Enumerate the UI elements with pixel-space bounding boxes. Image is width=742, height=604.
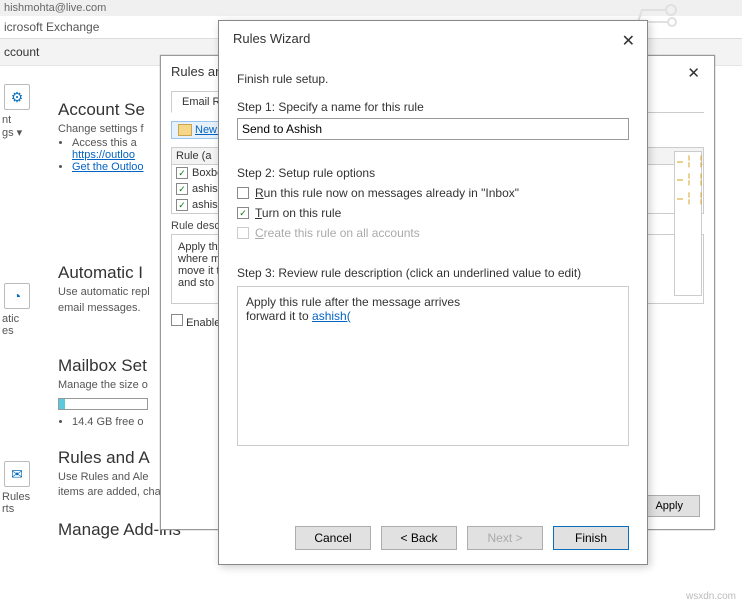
icon-label: es <box>2 325 40 337</box>
automatic-replies-icon[interactable]: ◔ <box>4 283 30 309</box>
finish-button[interactable]: Finish <box>553 526 629 550</box>
option-create-all-accounts: Create this rule on all accounts <box>237 226 629 240</box>
icon-label: atic <box>2 313 40 325</box>
step2-label: Step 2: Setup rule options <box>237 166 629 180</box>
checkbox-icon <box>237 227 249 239</box>
checkbox-icon[interactable]: ✓ <box>176 199 188 211</box>
enable-checkbox[interactable] <box>171 314 183 326</box>
finish-rule-label: Finish rule setup. <box>237 72 629 86</box>
get-outlook-link[interactable]: Get the Outloo <box>72 161 144 173</box>
rule-actions-preview: ⎯╎╎⎯╎╎⎯╎╎ <box>674 151 702 296</box>
rule-name-input[interactable] <box>237 118 629 140</box>
rules-icon[interactable]: ✉ <box>4 461 30 487</box>
outlook-link[interactable]: https://outloo <box>72 149 135 161</box>
forward-to-link[interactable]: ashish( <box>312 309 351 323</box>
option-turn-on[interactable]: ✓ Turn on this rule <box>237 206 629 220</box>
icon-label: gs ▾ <box>2 126 40 139</box>
folder-icon <box>178 124 192 136</box>
icon-label: rts <box>2 503 40 515</box>
option-run-now[interactable]: Run this rule now on messages already in… <box>237 186 629 200</box>
desc-line: forward it to ashish( <box>246 309 620 323</box>
icon-label: nt <box>2 114 40 126</box>
checkbox-icon[interactable]: ✓ <box>176 183 188 195</box>
storage-bar <box>58 398 148 410</box>
enable-label: Enable <box>186 317 220 329</box>
cancel-button[interactable]: Cancel <box>295 526 371 550</box>
icon-label: Rules <box>2 491 40 503</box>
checkbox-icon[interactable]: ✓ <box>176 167 188 179</box>
checkbox-icon[interactable] <box>237 187 249 199</box>
watermark: wsxdn.com <box>686 591 736 602</box>
step1-label: Step 1: Specify a name for this rule <box>237 100 629 114</box>
account-settings-icon[interactable]: ⚙ <box>4 84 30 110</box>
close-icon[interactable]: ✕ <box>622 31 635 51</box>
back-button[interactable]: < Back <box>381 526 457 550</box>
bullet-text: Access this a <box>72 137 137 149</box>
wizard-title: Rules Wizard <box>219 21 647 56</box>
next-button: Next > <box>467 526 543 550</box>
desc-line: Apply this rule after the message arrive… <box>246 295 620 309</box>
step3-label: Step 3: Review rule description (click a… <box>237 266 629 280</box>
rules-wizard-dialog: Rules Wizard ✕ Finish rule setup. Step 1… <box>218 20 648 565</box>
rule-description-review: Apply this rule after the message arrive… <box>237 286 629 446</box>
checkbox-icon[interactable]: ✓ <box>237 207 249 219</box>
close-icon[interactable]: ✕ <box>687 64 700 82</box>
